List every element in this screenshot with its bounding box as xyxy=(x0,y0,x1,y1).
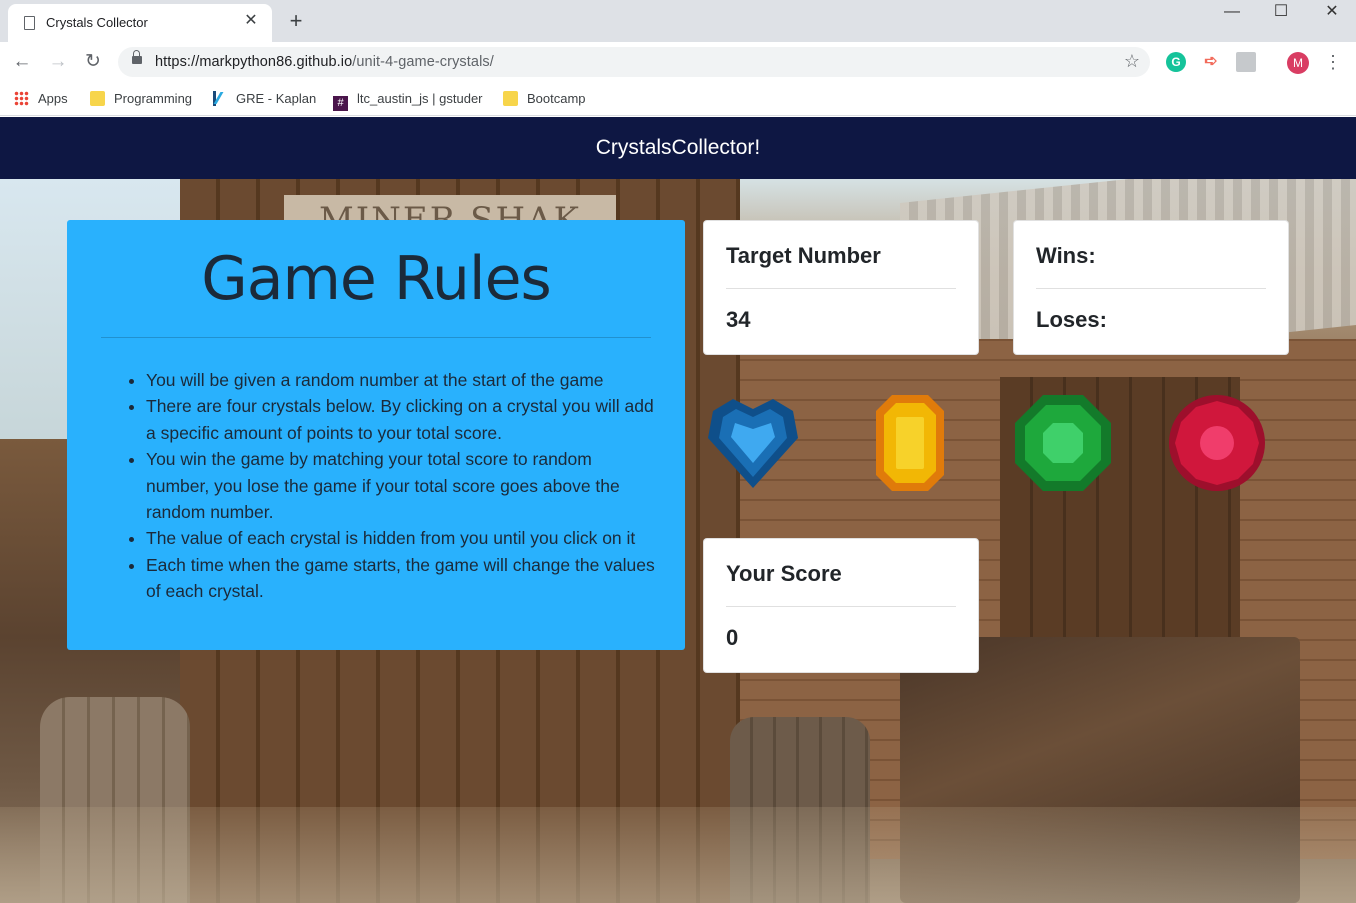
bookmark-programming[interactable]: Programming xyxy=(90,89,192,109)
your-score-value: 0 xyxy=(726,625,739,650)
lock-icon xyxy=(132,50,142,64)
target-number-value: 34 xyxy=(726,307,751,332)
target-number-card: Target Number 34 xyxy=(703,220,979,355)
grammarly-extension-icon[interactable]: G xyxy=(1166,52,1186,72)
wins-label: Wins: xyxy=(1036,243,1096,268)
stats-card: Wins: Loses: xyxy=(1013,220,1289,355)
bookmark-apps[interactable]: Apps xyxy=(14,89,68,109)
bookmark-ltc-austin[interactable]: # ltc_austin_js | gstuder xyxy=(333,89,483,111)
forward-icon[interactable]: → xyxy=(46,50,70,74)
card-divider xyxy=(726,288,956,289)
slack-icon: # xyxy=(333,96,348,111)
cast-extension-icon[interactable]: ➪ xyxy=(1201,52,1221,72)
brand-title: CrystalsCollector! xyxy=(595,136,761,159)
rule-item: You will be given a random number at the… xyxy=(146,367,656,393)
red-crystal-button[interactable] xyxy=(1167,393,1267,493)
loses-label: Loses: xyxy=(1036,307,1107,332)
url-text: https://markpython86.github.io/unit-4-ga… xyxy=(155,54,494,70)
folder-icon xyxy=(90,91,105,106)
rules-divider xyxy=(101,337,651,338)
maximize-icon[interactable]: ☐ xyxy=(1257,0,1305,28)
rule-item: There are four crystals below. By clicki… xyxy=(146,393,656,446)
blue-crystal-button[interactable] xyxy=(703,393,803,493)
rules-list: You will be given a random number at the… xyxy=(146,367,656,605)
browser-toolbar: ← → ↻ https://markpython86.github.io/uni… xyxy=(0,42,1356,82)
reload-icon[interactable]: ↻ xyxy=(81,50,105,74)
bookmarks-bar: Apps Programming GRE - Kaplan # ltc_austi… xyxy=(0,82,1356,116)
pdf-extension-icon[interactable] xyxy=(1236,52,1256,72)
kaplan-icon xyxy=(212,91,227,106)
page-icon xyxy=(24,16,35,30)
your-score-card: Your Score 0 xyxy=(703,538,979,673)
target-number-label: Target Number xyxy=(726,243,881,268)
yellow-crystal-button[interactable] xyxy=(860,393,960,493)
address-bar[interactable]: https://markpython86.github.io/unit-4-ga… xyxy=(118,47,1150,77)
navbar: CrystalsCollector! xyxy=(0,117,1356,179)
tab-strip: Crystals Collector ✕ + ― ☐ ✕ xyxy=(0,0,1356,42)
minimize-icon[interactable]: ― xyxy=(1208,0,1256,28)
profile-avatar[interactable]: M xyxy=(1287,52,1309,74)
your-score-label: Your Score xyxy=(726,561,842,586)
page-content: MINER SHAK CrystalsCollector! Game Rules… xyxy=(0,117,1356,903)
new-tab-button[interactable]: + xyxy=(284,9,308,33)
bookmark-gre-kaplan[interactable]: GRE - Kaplan xyxy=(212,89,316,109)
browser-tab[interactable]: Crystals Collector ✕ xyxy=(8,4,272,42)
apps-grid-icon xyxy=(14,91,29,106)
rule-item: You win the game by matching your total … xyxy=(146,446,656,525)
card-divider xyxy=(1036,288,1266,289)
close-tab-icon[interactable]: ✕ xyxy=(242,12,260,30)
rules-title: Game Rules xyxy=(201,244,552,314)
bookmark-bootcamp[interactable]: Bootcamp xyxy=(503,89,586,109)
card-divider xyxy=(726,606,956,607)
tab-title: Crystals Collector xyxy=(46,15,148,30)
bookmark-star-icon[interactable]: ☆ xyxy=(1124,51,1140,72)
game-rules-panel: Game Rules You will be given a random nu… xyxy=(67,220,685,650)
green-crystal-button[interactable] xyxy=(1013,393,1113,493)
rule-item: Each time when the game starts, the game… xyxy=(146,552,656,605)
rule-item: The value of each crystal is hidden from… xyxy=(146,525,656,551)
browser-menu-icon[interactable]: ⋮ xyxy=(1324,50,1342,74)
close-window-icon[interactable]: ✕ xyxy=(1308,0,1356,28)
folder-icon xyxy=(503,91,518,106)
back-icon[interactable]: ← xyxy=(10,50,34,74)
background-ground xyxy=(0,807,1356,903)
